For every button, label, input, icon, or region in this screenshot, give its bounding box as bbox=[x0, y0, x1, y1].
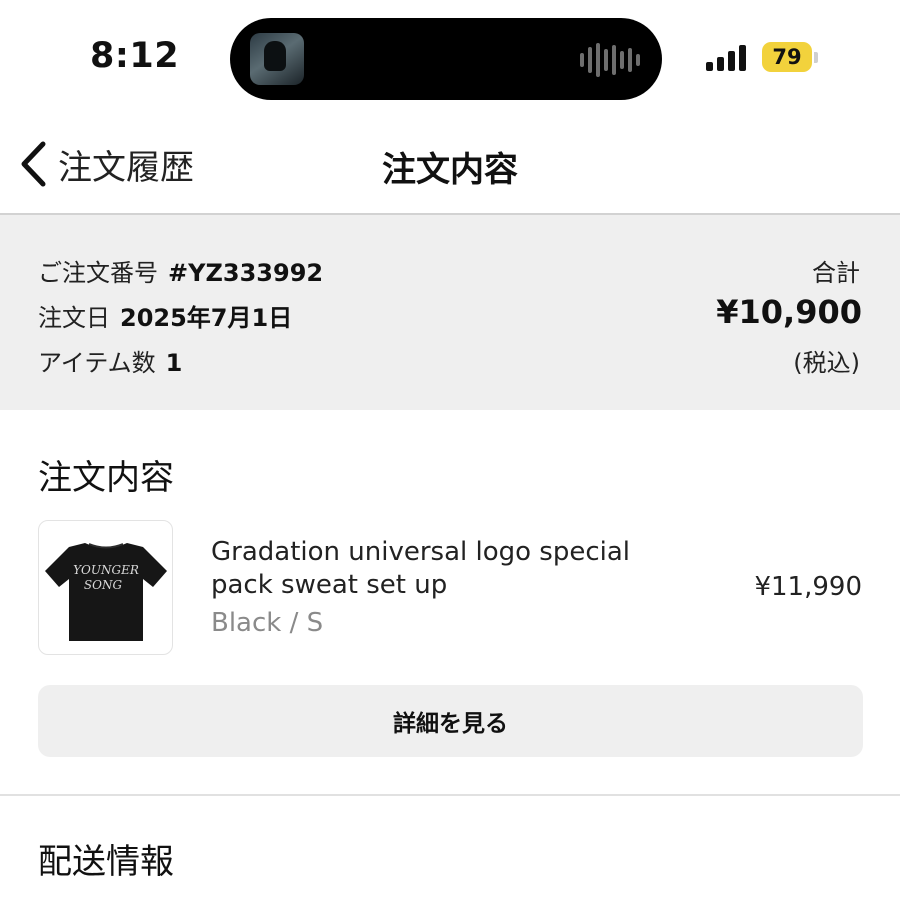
svg-text:YOUNGER: YOUNGER bbox=[73, 563, 139, 577]
dynamic-island[interactable] bbox=[230, 18, 662, 100]
order-detail-screen: 8:12 79 注文履歴 注文内容 ご注文番号 #YZ333992 注文日 20… bbox=[0, 0, 900, 900]
item-name[interactable]: Gradation universal logo special pack sw… bbox=[211, 536, 651, 602]
order-date: 2025年7月1日 bbox=[120, 304, 293, 332]
order-number: #YZ333992 bbox=[168, 259, 324, 287]
order-number-row: ご注文番号 #YZ333992 bbox=[38, 253, 323, 288]
battery-icon: 79 bbox=[762, 42, 812, 72]
item-variant: Black / S bbox=[211, 608, 324, 638]
order-summary: ご注文番号 #YZ333992 注文日 2025年7月1日 アイテム数 1 合計 ¥1… bbox=[0, 215, 900, 410]
item-count-row: アイテム数 1 bbox=[38, 343, 182, 378]
item-count-label: アイテム数 bbox=[38, 349, 156, 377]
order-date-label: 注文日 bbox=[38, 304, 110, 332]
now-playing-artwork bbox=[250, 33, 304, 85]
tax-note: (税込) bbox=[793, 349, 860, 377]
item-price: ¥11,990 bbox=[754, 572, 862, 602]
product-thumbnail[interactable]: YOUNGER SONG bbox=[38, 520, 173, 655]
status-time: 8:12 bbox=[90, 36, 180, 76]
total-label: 合計 bbox=[812, 259, 860, 287]
black-tshirt-image: YOUNGER SONG bbox=[45, 543, 167, 641]
total-amount: ¥10,900 bbox=[716, 293, 862, 331]
shipping-info-heading: 配送情報 bbox=[38, 842, 174, 882]
cellular-signal-icon bbox=[706, 44, 746, 71]
order-contents-heading: 注文内容 bbox=[38, 458, 174, 498]
audio-waveform-icon bbox=[580, 43, 640, 77]
order-number-label: ご注文番号 bbox=[38, 259, 158, 287]
view-details-button[interactable]: 詳細を見る bbox=[38, 685, 863, 757]
navigation-bar: 注文履歴 注文内容 bbox=[0, 118, 900, 214]
svg-text:SONG: SONG bbox=[84, 578, 123, 592]
status-bar: 8:12 79 bbox=[0, 0, 900, 118]
section-divider bbox=[0, 794, 900, 796]
order-date-row: 注文日 2025年7月1日 bbox=[38, 298, 292, 333]
battery-terminal bbox=[814, 52, 818, 63]
item-count: 1 bbox=[165, 349, 183, 377]
page-title: 注文内容 bbox=[382, 150, 518, 190]
